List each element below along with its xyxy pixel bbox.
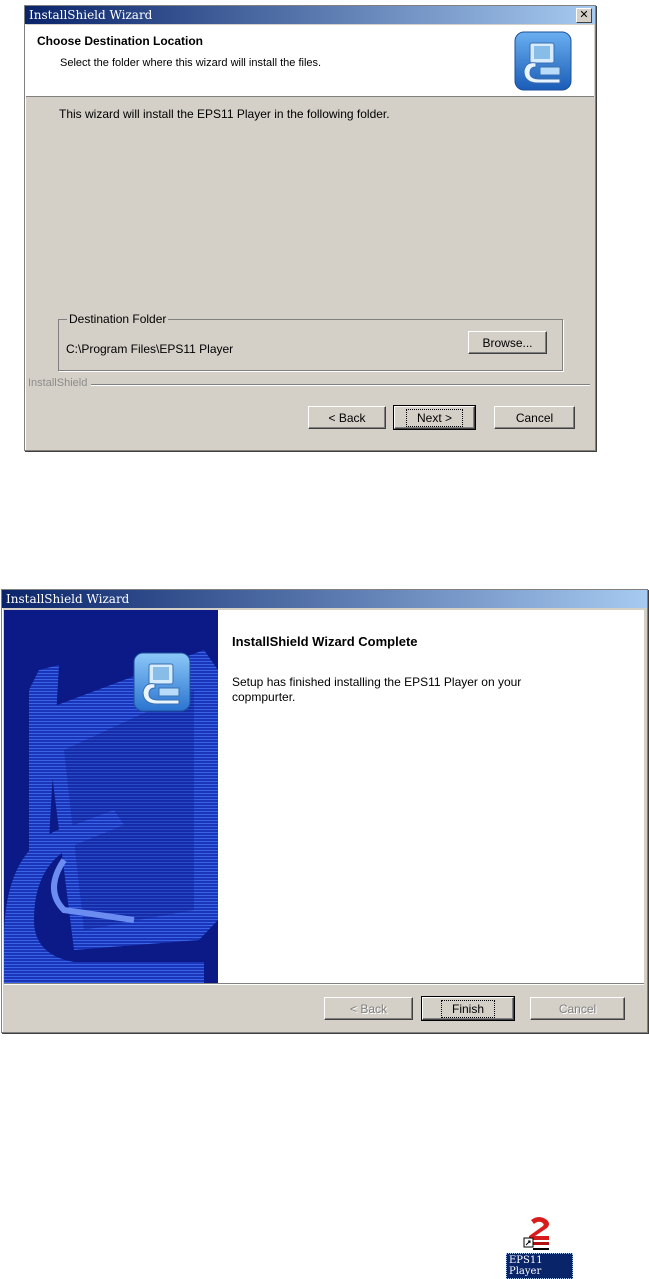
wizard-banner-image (4, 610, 218, 983)
title-bar-complete[interactable]: InstallShield Wizard (2, 590, 647, 608)
wizard-complete-dialog: InstallShield Wizard InstallShield Wizar… (1, 589, 648, 1033)
finish-label: Finish (440, 1000, 495, 1018)
next-label: Next > (405, 409, 463, 427)
window-title: InstallShield Wizard (29, 8, 153, 22)
cancel-button[interactable]: Cancel (494, 406, 575, 429)
complete-message: Setup has finished installing the EPS11 … (232, 675, 522, 704)
browse-label: Browse... (482, 336, 533, 350)
header-panel: Choose Destination Location Select the f… (26, 25, 594, 97)
browse-button[interactable]: Browse... (468, 331, 547, 354)
cancel-label: Cancel (515, 411, 554, 425)
installshield-brand: InstallShield (28, 377, 92, 389)
folder-path: C:\Program Files\EPS11 Player (66, 342, 234, 356)
content-panel: InstallShield Wizard Complete Setup has … (218, 610, 644, 983)
cancel-button-disabled[interactable]: Cancel (530, 997, 625, 1020)
desktop-shortcut[interactable]: EPS11 Player (503, 1213, 573, 1279)
choose-destination-dialog: InstallShield Wizard ✕ Choose Destinatio… (24, 5, 596, 451)
title-bar[interactable]: InstallShield Wizard ✕ (25, 6, 595, 24)
back-label-complete: < Back (349, 1002, 388, 1016)
back-button-disabled[interactable]: < Back (324, 997, 413, 1020)
header-subtitle: Select the folder where this wizard will… (60, 57, 322, 69)
footer-divider (28, 384, 590, 386)
destination-folder-group: Destination Folder C:\Program Files\EPS1… (58, 312, 563, 371)
window-title-complete: InstallShield Wizard (6, 592, 130, 606)
finish-button[interactable]: Finish (421, 996, 515, 1021)
back-label: < Back (328, 411, 366, 425)
group-label: Destination Folder (67, 312, 169, 326)
complete-heading: InstallShield Wizard Complete (232, 634, 418, 649)
body-text: This wizard will install the EPS11 Playe… (59, 107, 390, 121)
shortcut-label: EPS11 Player (506, 1253, 573, 1279)
next-button[interactable]: Next > (393, 405, 476, 430)
close-button[interactable]: ✕ (576, 8, 592, 23)
installshield-computer-icon (514, 31, 572, 91)
eps11-player-shortcut-icon (523, 1216, 555, 1250)
back-button[interactable]: < Back (308, 406, 386, 429)
footer-divider-complete (4, 983, 644, 985)
cancel-label-complete: Cancel (558, 1002, 597, 1016)
header-title: Choose Destination Location (37, 34, 204, 48)
